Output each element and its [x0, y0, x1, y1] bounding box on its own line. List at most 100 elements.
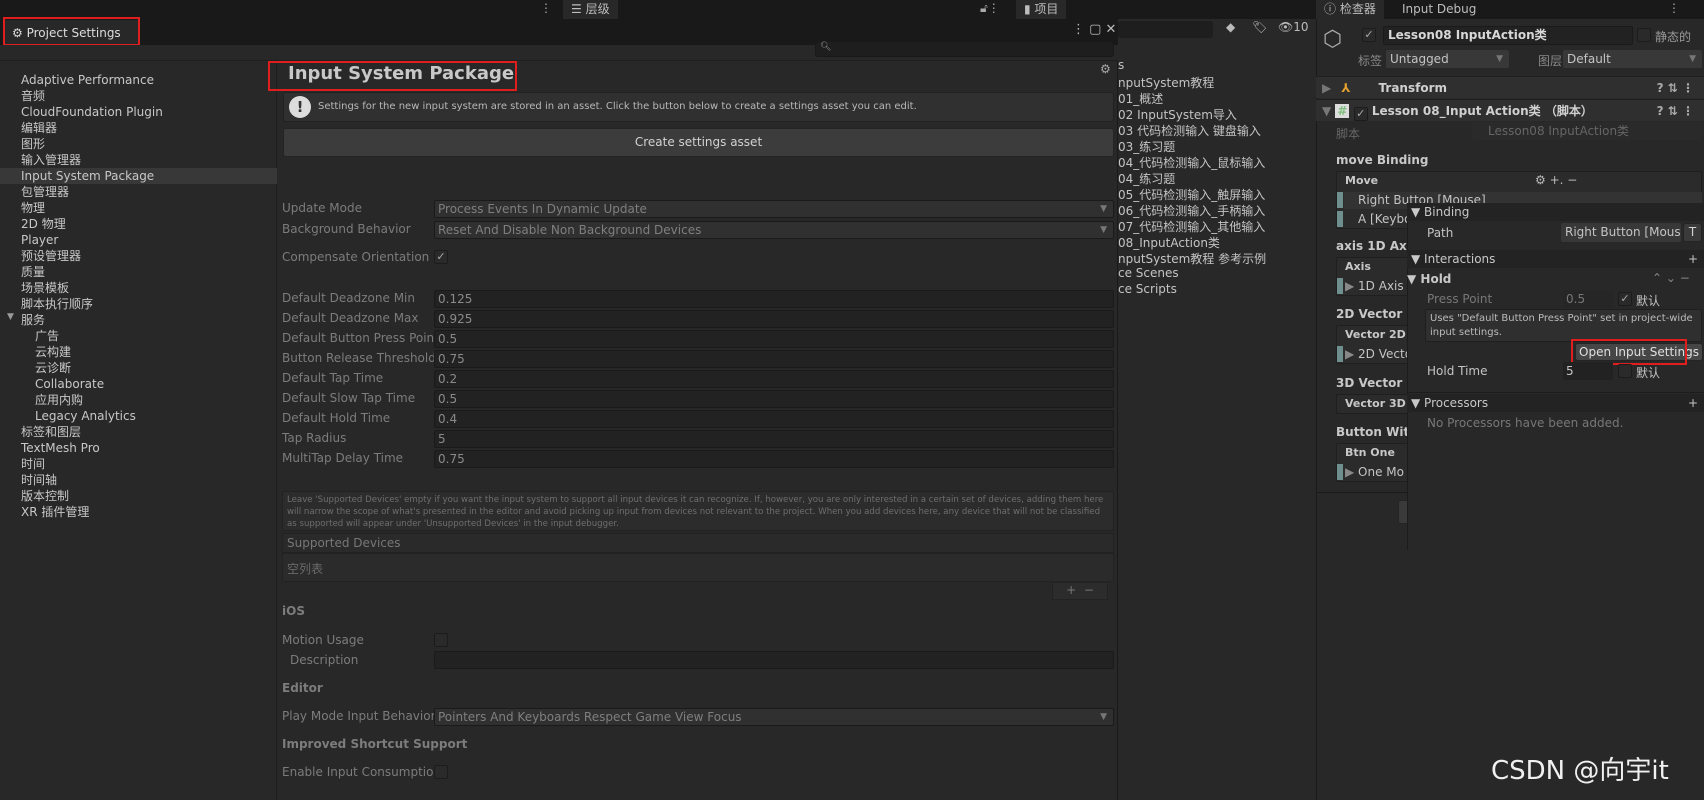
expand-arrow-icon[interactable]: ▶ [1345, 279, 1358, 293]
press-point-default-checkbox[interactable]: ✓ [1618, 292, 1632, 306]
background-behavior-dropdown[interactable]: Reset And Disable Non Background Devices… [434, 221, 1114, 239]
update-mode-dropdown[interactable]: Process Events In Dynamic Update ▼ [434, 200, 1114, 218]
expand-arrow-icon[interactable]: ▶ [1345, 465, 1358, 479]
component-enabled-checkbox[interactable]: ✓ [1353, 107, 1368, 121]
project-tree-item[interactable]: 01_概述 [1118, 90, 1315, 107]
component-menu-icons[interactable]: ? ⇅ ⋮ [1657, 100, 1694, 122]
sidebar-item[interactable]: 脚本执行顺序 [0, 296, 277, 312]
field-input[interactable]: 0.125 [434, 290, 1114, 308]
gameobject-cube-icon[interactable]: ⬡ [1323, 27, 1342, 52]
sidebar-item[interactable]: 应用内购 [0, 392, 277, 408]
more-icon[interactable]: ⋮ [540, 1, 552, 15]
project-tree-item[interactable]: 07_代码检测输入_其他输入 [1118, 218, 1315, 235]
sidebar-item[interactable]: 时间 [0, 456, 277, 472]
expand-arrow-icon[interactable]: ▶ [1345, 347, 1358, 361]
sidebar-item[interactable]: 输入管理器 [0, 152, 277, 168]
motion-usage-checkbox[interactable] [434, 633, 448, 647]
sidebar-item[interactable]: 场景模板 [0, 280, 277, 296]
hold-header[interactable]: ▼ Hold [1407, 272, 1451, 286]
project-tree-item[interactable]: s [1118, 58, 1315, 72]
open-input-settings-button[interactable]: Open Input Settings [1575, 343, 1703, 361]
create-settings-asset-button[interactable]: Create settings asset [283, 128, 1114, 157]
description-input[interactable] [434, 651, 1114, 669]
sidebar-item[interactable]: 时间轴 [0, 472, 277, 488]
sidebar-item[interactable]: 标签和图层 [0, 424, 277, 440]
sidebar-item[interactable]: 预设管理器 [0, 248, 277, 264]
project-tree-item[interactable]: ce Scripts [1118, 282, 1315, 296]
text-mode-button[interactable]: T [1683, 223, 1702, 242]
project-tree-item[interactable]: 08_InputAction类 [1118, 234, 1315, 251]
more-icon[interactable]: ⋮ [1668, 1, 1680, 15]
hold-time-default-checkbox[interactable] [1618, 364, 1632, 378]
sidebar-item[interactable]: 广告 [0, 328, 277, 344]
tab-inspector[interactable]: ⓘ 检查器 [1316, 0, 1384, 19]
interactions-header[interactable]: ▼ Interactions + [1407, 250, 1704, 268]
path-dropdown[interactable]: Right Button [Mouse] [1561, 223, 1681, 242]
field-input[interactable]: 0.925 [434, 310, 1114, 328]
script-component-header[interactable]: ▼ # ✓ Lesson 08_Input Action类 （脚本） ? ⇅ ⋮ [1316, 99, 1704, 121]
layer-dropdown[interactable]: Default ▼ [1563, 50, 1702, 68]
add-interaction-icon[interactable]: + [1688, 250, 1698, 268]
compensate-orientation-checkbox[interactable]: ✓ [434, 250, 448, 264]
sidebar-item[interactable]: 质量 [0, 264, 277, 280]
static-checkbox[interactable] [1637, 28, 1651, 42]
gear-icon[interactable]: ⚙ [1100, 62, 1111, 76]
tag-dropdown[interactable]: Untagged ▼ [1386, 50, 1509, 68]
sidebar-item[interactable]: 服务 [0, 312, 277, 328]
field-input[interactable]: 0.75 [434, 450, 1114, 468]
filter-type-icon[interactable]: ◆ [1226, 20, 1235, 34]
press-point-input[interactable]: 0.5 [1563, 290, 1613, 308]
hidden-count[interactable]: 👁︎10 [1278, 20, 1309, 34]
project-tree-item[interactable]: 05_代码检测输入_触屏输入 [1118, 186, 1315, 203]
project-tree-item[interactable]: ce Scenes [1118, 266, 1315, 280]
sidebar-item[interactable]: TextMesh Pro [0, 440, 277, 456]
list-controls[interactable]: ⚙ +. − [1535, 173, 1577, 187]
list-item[interactable]: ▶ One Mo [1345, 465, 1404, 479]
sidebar-item[interactable]: 包管理器 [0, 184, 277, 200]
expand-arrow-icon[interactable]: ▼ [7, 312, 14, 322]
field-input[interactable]: 0.2 [434, 370, 1114, 388]
play-mode-dropdown[interactable]: Pointers And Keyboards Respect Game View… [434, 708, 1114, 726]
hold-controls[interactable]: ⌃ ⌄ − [1652, 271, 1690, 285]
plus-icon[interactable]: + [1066, 583, 1076, 597]
tag-icon[interactable]: 🏷︎ [1252, 20, 1267, 34]
sidebar-item[interactable]: Player [0, 232, 277, 248]
field-input[interactable]: 0.4 [434, 410, 1114, 428]
tab-input-debug[interactable]: Input Debug [1394, 0, 1485, 19]
project-tree-item[interactable]: 02 InputSystem导入 [1118, 106, 1315, 123]
sidebar-item[interactable]: 物理 [0, 200, 277, 216]
sidebar-item[interactable]: 音频 [0, 88, 277, 104]
tab-project[interactable]: ▮ 项目 [1016, 0, 1067, 19]
sidebar-item[interactable]: 云构建 [0, 344, 277, 360]
project-tree-item[interactable]: 03_练习题 [1118, 138, 1315, 155]
component-menu-icons[interactable]: ? ⇅ ⋮ [1657, 77, 1694, 99]
sidebar-item[interactable]: CloudFoundation Plugin [0, 104, 277, 120]
sidebar-item[interactable]: XR 插件管理 [0, 504, 277, 520]
sidebar-item[interactable]: 2D 物理 [0, 216, 277, 232]
transform-header[interactable]: ▶ ⅄ Transform ? ⇅ ⋮ [1316, 76, 1704, 98]
hold-time-input[interactable]: 5 [1563, 362, 1613, 380]
field-input[interactable]: 0.75 [434, 350, 1114, 368]
list-item[interactable]: ▶ 1D Axis [1345, 279, 1404, 293]
search-input[interactable] [815, 41, 1114, 57]
binding-header[interactable]: ▼ Binding [1407, 203, 1704, 221]
window-controls[interactable]: ⋮ ▢ ✕ [1072, 22, 1116, 37]
project-tree-item[interactable]: nputSystem教程 [1118, 74, 1315, 91]
sidebar-item[interactable]: Legacy Analytics [0, 408, 277, 424]
sidebar-item[interactable]: Collaborate [0, 376, 277, 392]
processors-header[interactable]: ▼ Processors + [1407, 394, 1704, 412]
field-input[interactable]: 5 [434, 430, 1114, 448]
lock-icon[interactable]: 🔓︎⋮ [980, 1, 1000, 16]
sidebar-item[interactable]: 图形 [0, 136, 277, 152]
enable-consumption-checkbox[interactable] [434, 765, 448, 779]
project-tree-item[interactable]: 04_代码检测输入_鼠标输入 [1118, 154, 1315, 171]
tab-hierarchy[interactable]: ☰ 层级 [563, 0, 618, 19]
add-processor-icon[interactable]: + [1688, 394, 1698, 412]
sidebar-item[interactable]: Adaptive Performance [0, 72, 277, 88]
minus-icon[interactable]: − [1084, 583, 1094, 597]
sidebar-item[interactable]: 编辑器 [0, 120, 277, 136]
sidebar-item[interactable]: 云诊断 [0, 360, 277, 376]
list-add-remove[interactable]: + − [1052, 582, 1108, 600]
script-field[interactable]: Lesson08 InputAction类 [1472, 122, 1702, 140]
project-search-input[interactable] [1118, 21, 1213, 38]
